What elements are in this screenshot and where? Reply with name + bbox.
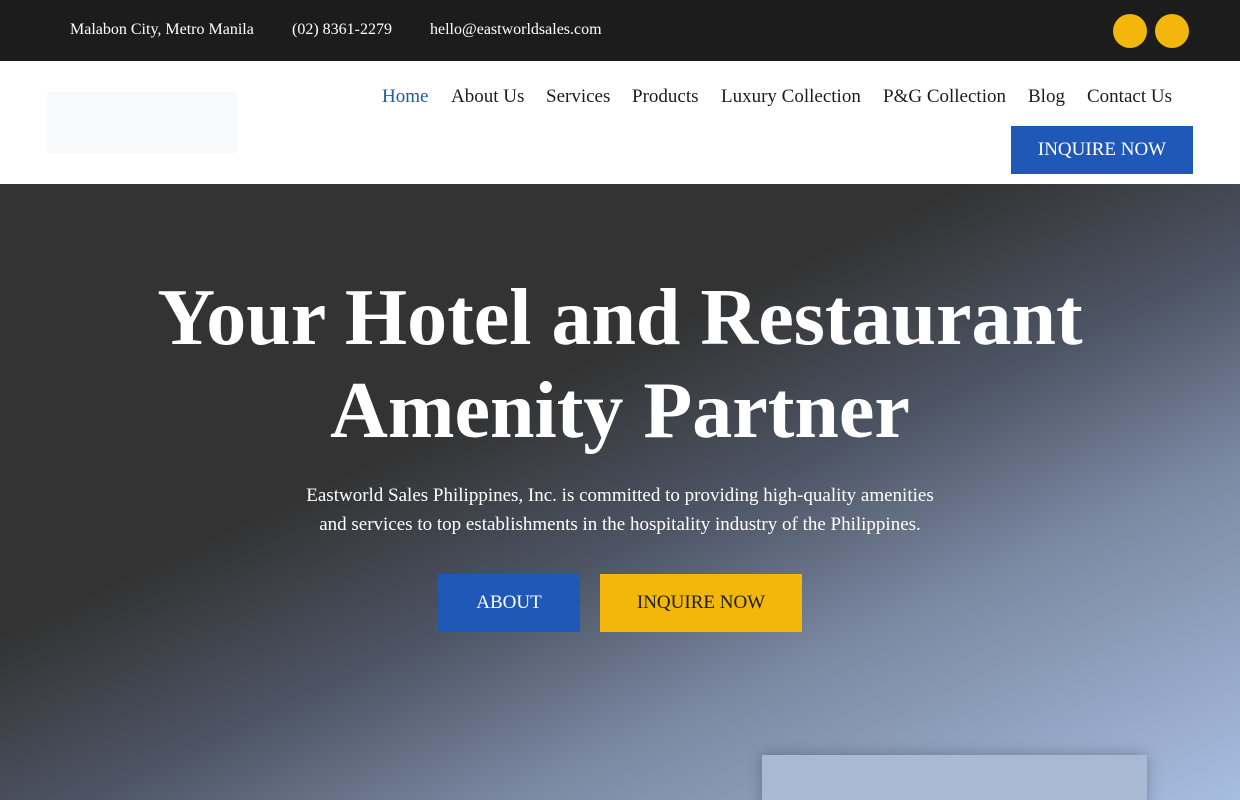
email-link[interactable]: hello@eastworldsales.com xyxy=(430,21,602,39)
nav-contact-us[interactable]: Contact Us xyxy=(1087,86,1172,108)
social-icon[interactable] xyxy=(1155,14,1189,48)
hero-subtitle: Eastworld Sales Philippines, Inc. is com… xyxy=(295,481,945,539)
header-inquire-button[interactable]: INQUIRE NOW xyxy=(1011,126,1193,174)
location-text: Malabon City, Metro Manila xyxy=(70,21,254,38)
nav-home[interactable]: Home xyxy=(382,86,428,108)
hero-title: Your Hotel and Restaurant Amenity Partne… xyxy=(0,272,1240,458)
logo[interactable] xyxy=(47,92,237,153)
hero-inquire-button[interactable]: INQUIRE NOW xyxy=(600,574,802,632)
nav-products[interactable]: Products xyxy=(632,86,699,108)
about-button[interactable]: ABOUT xyxy=(438,574,580,632)
nav-blog[interactable]: Blog xyxy=(1028,86,1065,108)
site-header: Home About Us Services Products Luxury C… xyxy=(0,61,1240,184)
hero-title-line-2: Amenity Partner xyxy=(330,367,910,455)
nav-services[interactable]: Services xyxy=(546,86,610,108)
hero-subtitle-line-1: Eastworld Sales Philippines, Inc. is com… xyxy=(306,485,934,506)
hero-subtitle-line-2: and services to top establishments in th… xyxy=(319,514,921,535)
top-bar: Malabon City, Metro Manila (02) 8361-227… xyxy=(0,0,1240,61)
phone-link[interactable]: (02) 8361-2279 xyxy=(292,21,392,39)
hero-section: Your Hotel and Restaurant Amenity Partne… xyxy=(0,184,1240,800)
nav-pg-collection[interactable]: P&G Collection xyxy=(883,86,1006,108)
nav-about-us[interactable]: About Us xyxy=(451,86,524,108)
hero-image-card xyxy=(762,755,1147,800)
social-icon[interactable] xyxy=(1113,14,1147,48)
nav-luxury-collection[interactable]: Luxury Collection xyxy=(721,86,861,108)
hero-title-line-1: Your Hotel and Restaurant xyxy=(157,274,1083,362)
